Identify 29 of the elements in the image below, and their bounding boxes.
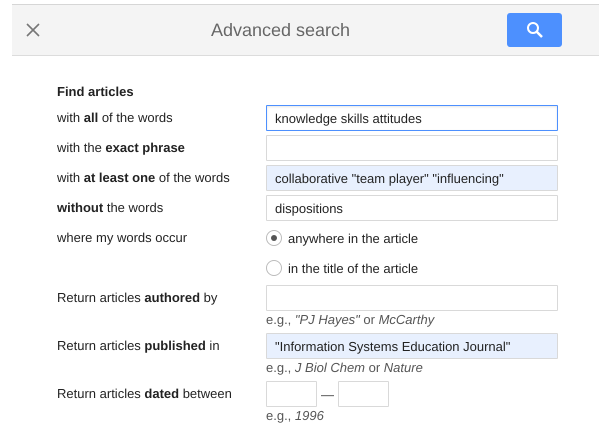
text-field[interactable]: dispositions bbox=[266, 195, 558, 221]
radio-label: anywhere in the article bbox=[288, 230, 418, 246]
text-field[interactable] bbox=[266, 285, 558, 311]
field-label: Return articles authored by bbox=[57, 289, 218, 307]
text-field[interactable]: "Information Systems Education Journal" bbox=[266, 333, 558, 359]
text-field[interactable] bbox=[266, 135, 558, 161]
close-icon[interactable] bbox=[25, 22, 41, 38]
text-field[interactable]: collaborative "team player" "influencing" bbox=[266, 165, 558, 191]
field-label: Return articles published in bbox=[57, 337, 220, 355]
separator-text: — bbox=[320, 386, 335, 402]
date-from-field[interactable] bbox=[266, 381, 317, 407]
hint-text: e.g., J Biol Chem or Nature bbox=[266, 359, 424, 377]
radio-button[interactable] bbox=[266, 260, 282, 276]
field-label: with the exact phrase bbox=[57, 139, 185, 157]
field-label: Return articles dated between bbox=[57, 385, 232, 403]
hint-text: e.g., "PJ Hayes" or McCarthy bbox=[266, 311, 436, 329]
field-label: where my words occur bbox=[57, 229, 188, 247]
search-button[interactable] bbox=[507, 13, 562, 47]
dialog-title: Advanced search bbox=[210, 20, 352, 40]
field-label: with all of the words bbox=[57, 109, 173, 127]
date-to-field[interactable] bbox=[338, 381, 389, 407]
field-label: with at least one of the words bbox=[57, 169, 230, 187]
section-title: Find articles bbox=[57, 83, 135, 101]
radio-button[interactable] bbox=[266, 230, 282, 246]
field-label: without the words bbox=[57, 199, 164, 217]
search-icon bbox=[526, 21, 544, 39]
text-field[interactable]: knowledge skills attitudes bbox=[266, 105, 558, 131]
radio-label: in the title of the article bbox=[288, 260, 418, 276]
hint-text: e.g., 1996 bbox=[266, 407, 325, 425]
